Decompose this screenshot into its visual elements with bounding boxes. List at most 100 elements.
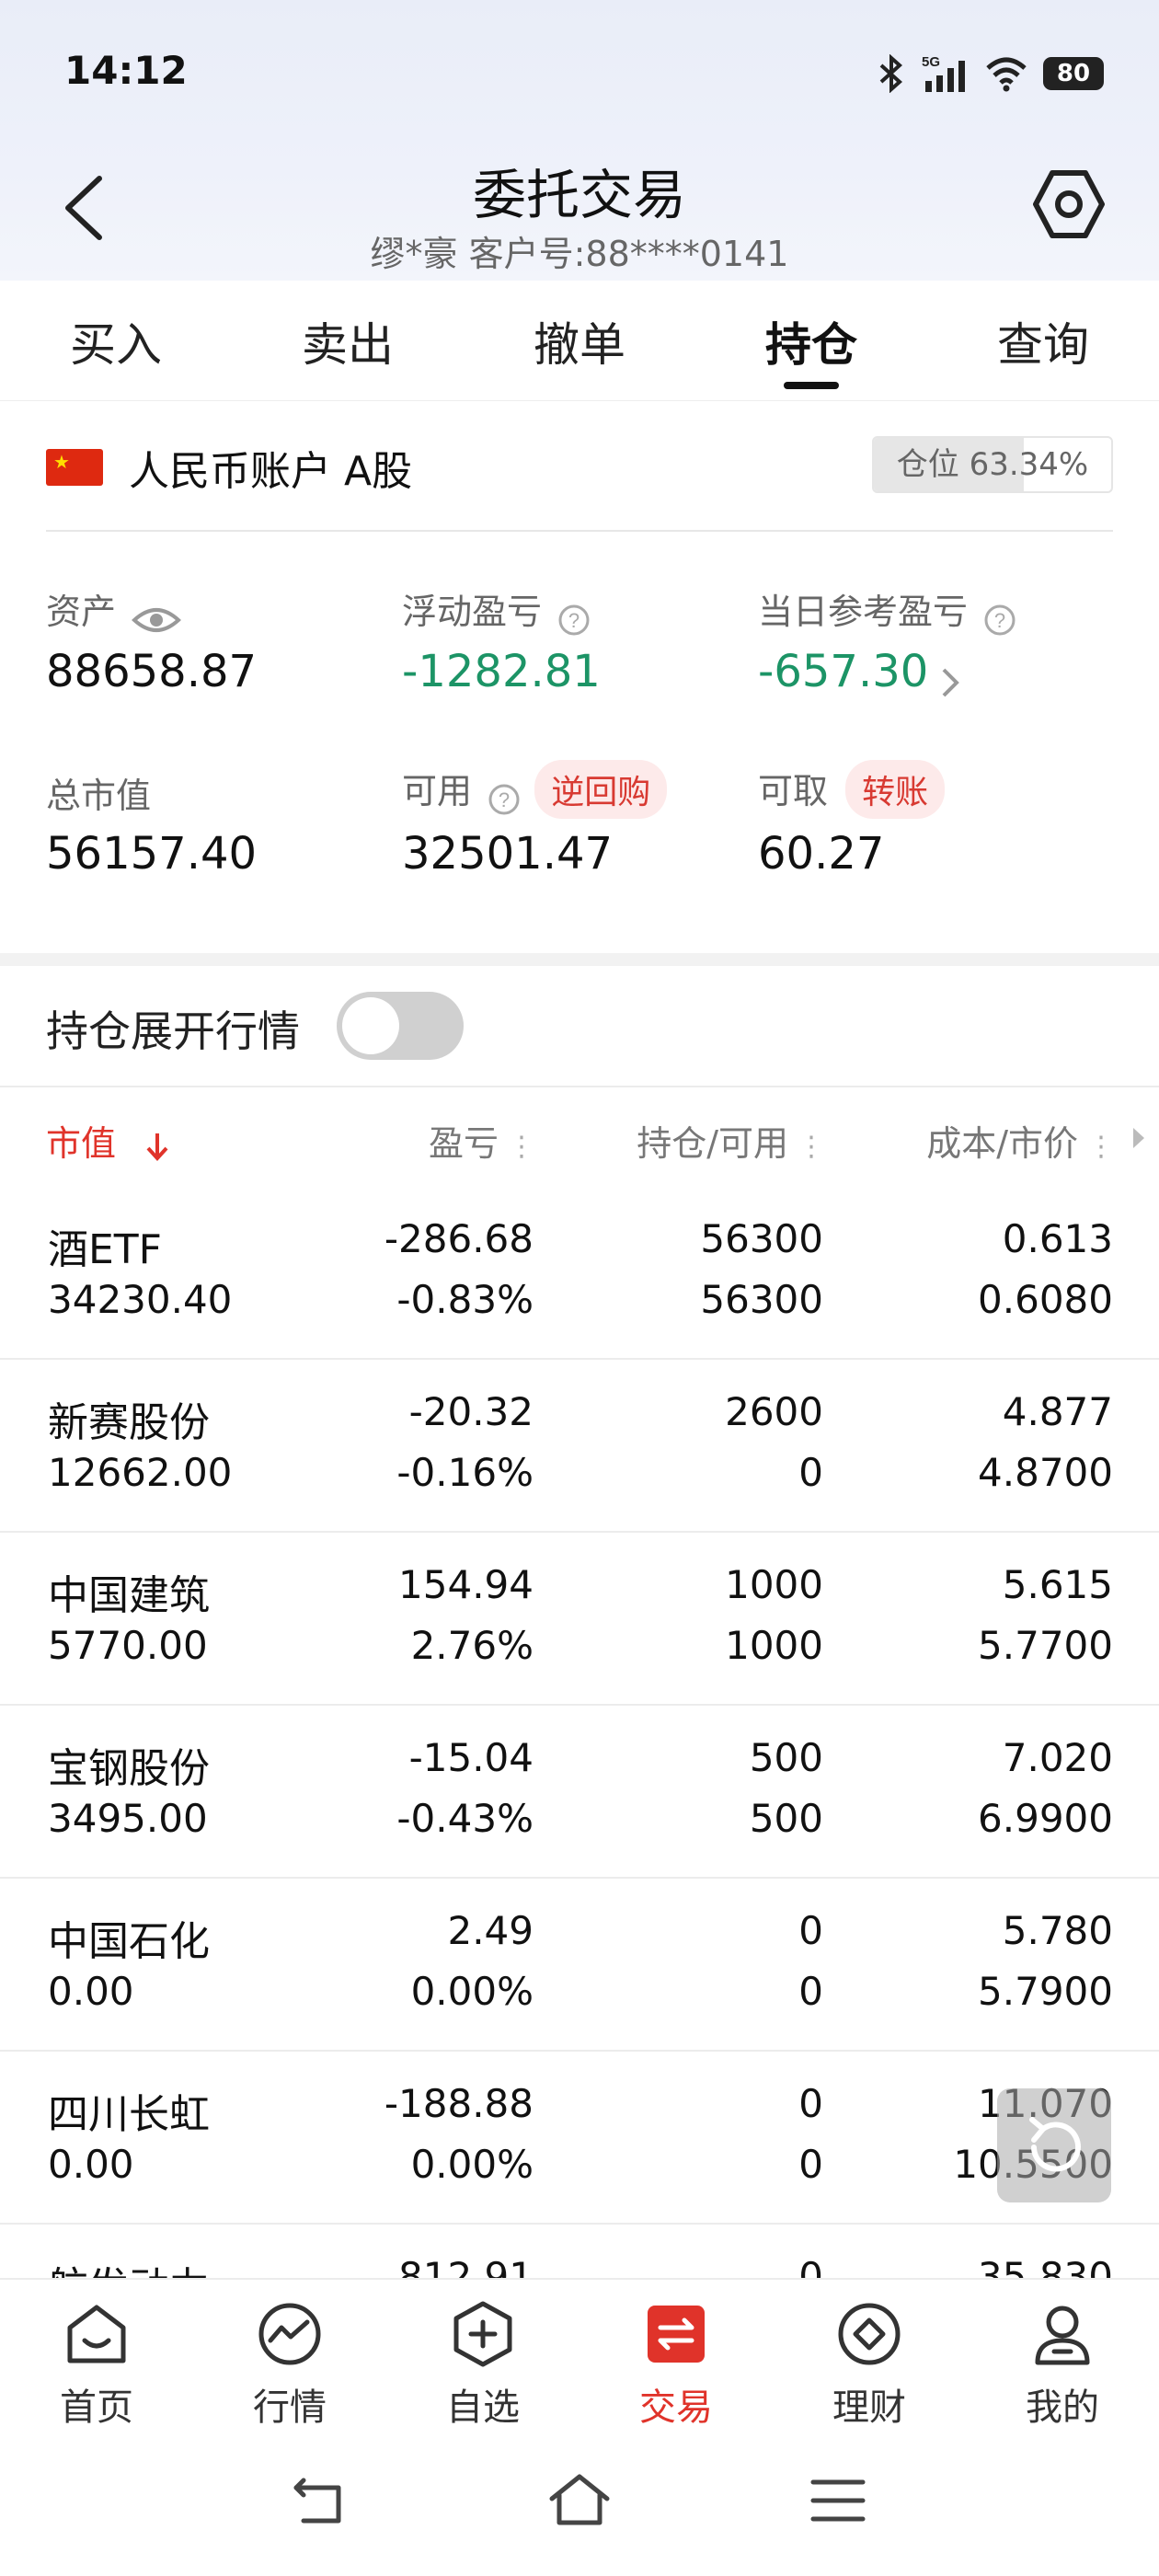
withdrawable-label: 可取 <box>758 771 829 811</box>
eye-icon[interactable] <box>132 604 182 637</box>
column-holding[interactable]: 持仓/可用 ⋮ <box>637 1115 825 1166</box>
nav-label: 交易 <box>639 2386 713 2429</box>
stock-name: 四川长虹 <box>48 2091 210 2138</box>
market-price: 5.7700 <box>978 1623 1113 1668</box>
nav-watchlist[interactable]: 自选 <box>386 2280 580 2436</box>
page-title: 委托交易 <box>472 164 686 226</box>
expand-quotes-label: 持仓展开行情 <box>46 1006 300 1056</box>
pnl-amount: 812.91 <box>398 2254 534 2278</box>
column-market-value[interactable]: 市值 <box>46 1115 171 1166</box>
system-menu-icon[interactable] <box>809 2477 866 2524</box>
market-value: 5770.00 <box>48 1623 208 1668</box>
available-qty: 0 <box>798 1450 823 1495</box>
available-label-group: 可用 ? 逆回购 <box>402 760 668 819</box>
china-flag-icon: ★ <box>46 449 103 486</box>
table-row[interactable]: 宝钢股份 3495.00 -15.04 -0.43% 500 500 7.020… <box>0 1706 1159 1879</box>
market-price: 0.6080 <box>978 1277 1113 1322</box>
pnl-percent: 0.00% <box>410 1969 534 2014</box>
table-row[interactable]: 四川长虹 0.00 -188.88 0.00% 0 0 11.070 10.55… <box>0 2052 1159 2225</box>
market-value: 12662.00 <box>48 1450 233 1495</box>
column-holding-label: 持仓/可用 <box>637 1123 788 1164</box>
withdrawable-label-group: 可取 转账 <box>758 760 946 819</box>
nav-home[interactable]: 首页 <box>0 2280 193 2436</box>
daily-pnl-link[interactable]: -657.30 <box>758 646 960 699</box>
cost-price: 0.613 <box>1002 1216 1113 1261</box>
nav-label: 我的 <box>1026 2386 1099 2429</box>
settings-icon[interactable] <box>1030 166 1107 243</box>
pnl-amount: -286.68 <box>384 1216 534 1261</box>
nav-market[interactable]: 行情 <box>193 2280 386 2436</box>
available-qty: 500 <box>749 1796 823 1841</box>
stock-name: 航发动力 <box>48 2254 210 2278</box>
market-price: 6.9900 <box>978 1796 1113 1841</box>
nav-label: 自选 <box>446 2386 520 2429</box>
divider <box>46 530 1113 532</box>
available-qty: 56300 <box>700 1277 823 1322</box>
tab-query[interactable]: 查询 <box>927 290 1159 400</box>
holding-qty: 0 <box>798 2081 823 2126</box>
system-home-icon[interactable] <box>546 2471 613 2530</box>
bottom-navigation: 首页 行情 自选 交易 理财 我的 <box>0 2278 1159 2436</box>
tab-holdings[interactable]: 持仓 <box>695 290 927 400</box>
table-row[interactable]: 中国石化 0.00 2.49 0.00% 0 0 5.780 5.7900 <box>0 1879 1159 2052</box>
assets-value: 88658.87 <box>46 646 258 697</box>
column-pnl[interactable]: 盈亏 ⋮ <box>428 1115 535 1166</box>
help-icon[interactable]: ? <box>983 604 1016 637</box>
cost-price: 4.877 <box>1002 1389 1113 1434</box>
transfer-button[interactable]: 转账 <box>845 760 946 819</box>
market-value-value: 56157.40 <box>46 828 258 880</box>
pnl-percent: -0.83% <box>396 1277 534 1322</box>
more-dots-icon: ⋮ <box>798 1131 825 1163</box>
help-icon[interactable]: ? <box>557 604 591 637</box>
nav-label: 首页 <box>60 2386 133 2429</box>
floating-refresh-button[interactable] <box>997 2088 1111 2202</box>
withdrawable-value: 60.27 <box>758 828 885 880</box>
daily-pnl-label-group: 当日参考盈亏 ? <box>758 583 1016 637</box>
column-pnl-label: 盈亏 <box>428 1123 499 1164</box>
market-value: 34230.40 <box>48 1277 233 1322</box>
scroll-right-icon[interactable] <box>1130 1124 1148 1152</box>
nav-trade[interactable]: 交易 <box>580 2280 773 2436</box>
available-qty: 1000 <box>725 1623 823 1668</box>
pnl-amount: 2.49 <box>447 1908 534 1953</box>
expand-quotes-toggle[interactable] <box>337 992 464 1060</box>
help-icon[interactable]: ? <box>488 783 521 816</box>
divider <box>0 1086 1159 1087</box>
nav-wealth[interactable]: 理财 <box>773 2280 966 2436</box>
table-row[interactable]: 航发动力 812.91 0 35.830 <box>0 2225 1159 2278</box>
pnl-percent: 0.00% <box>410 2142 534 2187</box>
nav-profile[interactable]: 我的 <box>966 2280 1159 2436</box>
system-navigation <box>0 2434 1159 2576</box>
pnl-percent: 2.76% <box>410 1623 534 1668</box>
pnl-percent: -0.16% <box>396 1450 534 1495</box>
floating-pnl-value: -1282.81 <box>402 646 601 697</box>
toggle-knob <box>342 997 399 1054</box>
pnl-amount: 154.94 <box>398 1562 534 1607</box>
tab-buy[interactable]: 买入 <box>0 290 232 400</box>
table-row[interactable]: 中国建筑 5770.00 154.94 2.76% 1000 1000 5.61… <box>0 1533 1159 1706</box>
available-value: 32501.47 <box>402 828 614 880</box>
holding-qty: 1000 <box>725 1562 823 1607</box>
holding-qty: 500 <box>749 1735 823 1780</box>
cost-price: 7.020 <box>1002 1735 1113 1780</box>
assets-label-group: 资产 <box>46 583 182 637</box>
table-row[interactable]: 新赛股份 12662.00 -20.32 -0.16% 2600 0 4.877… <box>0 1360 1159 1533</box>
tab-cancel-order[interactable]: 撤单 <box>464 290 695 400</box>
chart-icon <box>258 2303 321 2365</box>
more-dots-icon: ⋮ <box>1087 1131 1115 1163</box>
reverse-repo-button[interactable]: 逆回购 <box>534 760 668 819</box>
holding-qty: 2600 <box>725 1389 823 1434</box>
column-cost[interactable]: 成本/市价 ⋮ <box>926 1115 1115 1166</box>
status-icons: 5G 80 <box>876 53 1104 94</box>
available-qty: 0 <box>798 2142 823 2187</box>
table-row[interactable]: 酒ETF 34230.40 -286.68 -0.83% 56300 56300… <box>0 1187 1159 1360</box>
tab-sell[interactable]: 卖出 <box>232 290 464 400</box>
nav-label: 行情 <box>253 2386 327 2429</box>
system-back-icon[interactable] <box>291 2473 350 2528</box>
svg-text:?: ? <box>994 609 1005 632</box>
stock-name: 中国石化 <box>48 1918 210 1965</box>
pnl-amount: -188.88 <box>384 2081 534 2126</box>
account-name[interactable]: 人民币账户 A股 <box>129 438 412 497</box>
customer-info: 缪*豪 客户号:88****0141 <box>370 234 789 274</box>
pnl-amount: -20.32 <box>408 1389 534 1434</box>
